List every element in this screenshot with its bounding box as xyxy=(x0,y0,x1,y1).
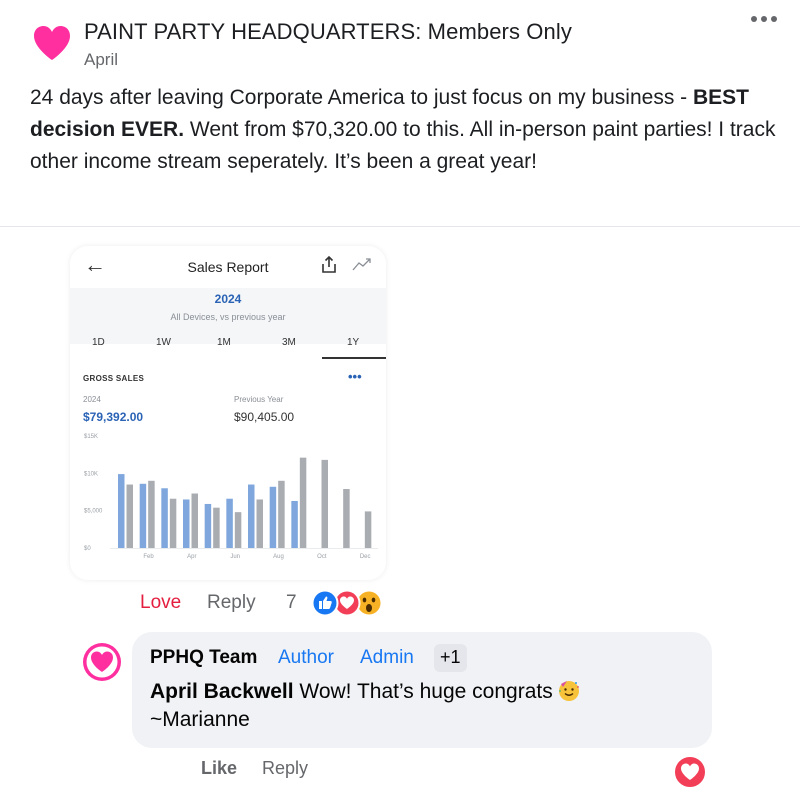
comment-text: April Backwell Wow! That’s huge congrats xyxy=(150,678,581,704)
bar-previous-sep xyxy=(299,457,307,548)
report-header: ← Sales Report xyxy=(70,246,386,288)
bar-previous-jan xyxy=(126,484,133,548)
tab-1m: 1M xyxy=(217,337,231,348)
bar-current-may xyxy=(204,503,212,548)
current-year-amount: $79,392.00 xyxy=(83,410,144,424)
commenter-name[interactable]: PPHQ Team xyxy=(150,647,257,669)
bar-previous-may xyxy=(213,507,220,548)
post-text-part-1: 24 days after leaving Corporate America … xyxy=(30,86,693,109)
bar-current-sep xyxy=(291,500,298,548)
reaction-icons[interactable] xyxy=(300,588,390,618)
reply-button[interactable]: Reply xyxy=(207,592,256,614)
bar-current-feb xyxy=(139,483,147,548)
sales-bar-chart: $15K $10K $5,000 $0 Feb Apr Jun Aug Oct Dec xyxy=(84,434,378,560)
bar-current-aug xyxy=(269,486,277,548)
y-tick-label: $15K xyxy=(84,434,98,440)
like-icon xyxy=(311,589,339,617)
previous-year-amount: $90,405.00 xyxy=(234,410,295,424)
share-icon xyxy=(322,255,336,273)
report-compare: All Devices, vs previous year xyxy=(170,312,286,322)
x-tick-label: Apr xyxy=(187,554,196,560)
trend-icon xyxy=(352,258,371,271)
post-text: 24 days after leaving Corporate America … xyxy=(30,82,780,178)
tab-1d: 1D xyxy=(92,337,105,348)
tab-1y: 1Y xyxy=(347,337,360,348)
x-tick-label: Dec xyxy=(360,554,371,560)
x-tick-label: Aug xyxy=(273,554,284,560)
bar-previous-dec xyxy=(364,511,372,548)
bar-current-jan xyxy=(118,474,125,548)
report-year: 2024 xyxy=(214,292,242,306)
bar-current-jul xyxy=(248,484,255,548)
tab-1w: 1W xyxy=(156,337,171,348)
more-options-icon[interactable] xyxy=(746,8,782,30)
bar-previous-nov xyxy=(343,489,350,548)
post-date[interactable]: April xyxy=(84,50,118,70)
bar-previous-jul xyxy=(256,499,263,548)
bar-previous-feb xyxy=(148,480,155,548)
love-button[interactable]: Love xyxy=(140,592,181,614)
more-dots-icon: ••• xyxy=(348,369,362,384)
reaction-count[interactable]: 7 xyxy=(286,592,297,614)
current-year-label: 2024 xyxy=(83,395,101,404)
admin-badge: Admin xyxy=(360,647,414,668)
mentioned-user[interactable]: April Backwell xyxy=(150,680,294,703)
comment-message: Wow! That’s huge congrats xyxy=(293,680,553,703)
bar-previous-aug xyxy=(278,480,285,548)
comment-reply-button[interactable]: Reply xyxy=(262,758,308,779)
party-face-icon xyxy=(558,681,579,701)
y-tick-label: $10K xyxy=(84,471,98,477)
comment-signature: ~Marianne xyxy=(150,708,250,731)
author-badge: Author xyxy=(278,647,334,668)
selected-tab-indicator xyxy=(322,357,386,359)
bar-previous-apr xyxy=(191,493,198,548)
x-tick-label: Feb xyxy=(143,554,154,560)
bar-previous-mar xyxy=(169,498,177,548)
group-name[interactable]: PAINT PARTY HEADQUARTERS: Members Only xyxy=(84,19,572,45)
bar-previous-oct xyxy=(321,459,328,548)
bar-previous-jun xyxy=(234,512,242,548)
previous-year-label: Previous Year xyxy=(234,395,284,404)
more-badges[interactable]: +1 xyxy=(434,644,467,672)
bar-current-mar xyxy=(161,488,168,548)
gross-sales-label: GROSS SALES xyxy=(83,374,145,383)
y-tick-label: $0 xyxy=(84,546,91,552)
y-tick-label: $5,000 xyxy=(84,509,103,515)
comment-like-button[interactable]: Like xyxy=(201,758,237,779)
heart-logo-icon[interactable] xyxy=(32,24,72,62)
love-icon[interactable] xyxy=(672,754,708,790)
sales-report-image[interactable]: ← Sales Report 2024 All Devices, vs prev… xyxy=(70,246,386,580)
divider xyxy=(0,226,800,227)
range-tabs: 1D 1W 1M 3M 1Y xyxy=(70,326,386,360)
tab-3m: 3M xyxy=(282,337,296,348)
commenter-avatar[interactable] xyxy=(82,642,122,682)
x-tick-label: Jun xyxy=(230,554,240,560)
x-tick-label: Oct xyxy=(317,554,327,560)
comment-bubble: PPHQ Team Author Admin +1 April Backwell… xyxy=(132,632,712,748)
post-header: PAINT PARTY HEADQUARTERS: Members Only A… xyxy=(0,0,800,80)
bar-current-apr xyxy=(183,499,190,548)
bar-current-jun xyxy=(226,498,233,548)
